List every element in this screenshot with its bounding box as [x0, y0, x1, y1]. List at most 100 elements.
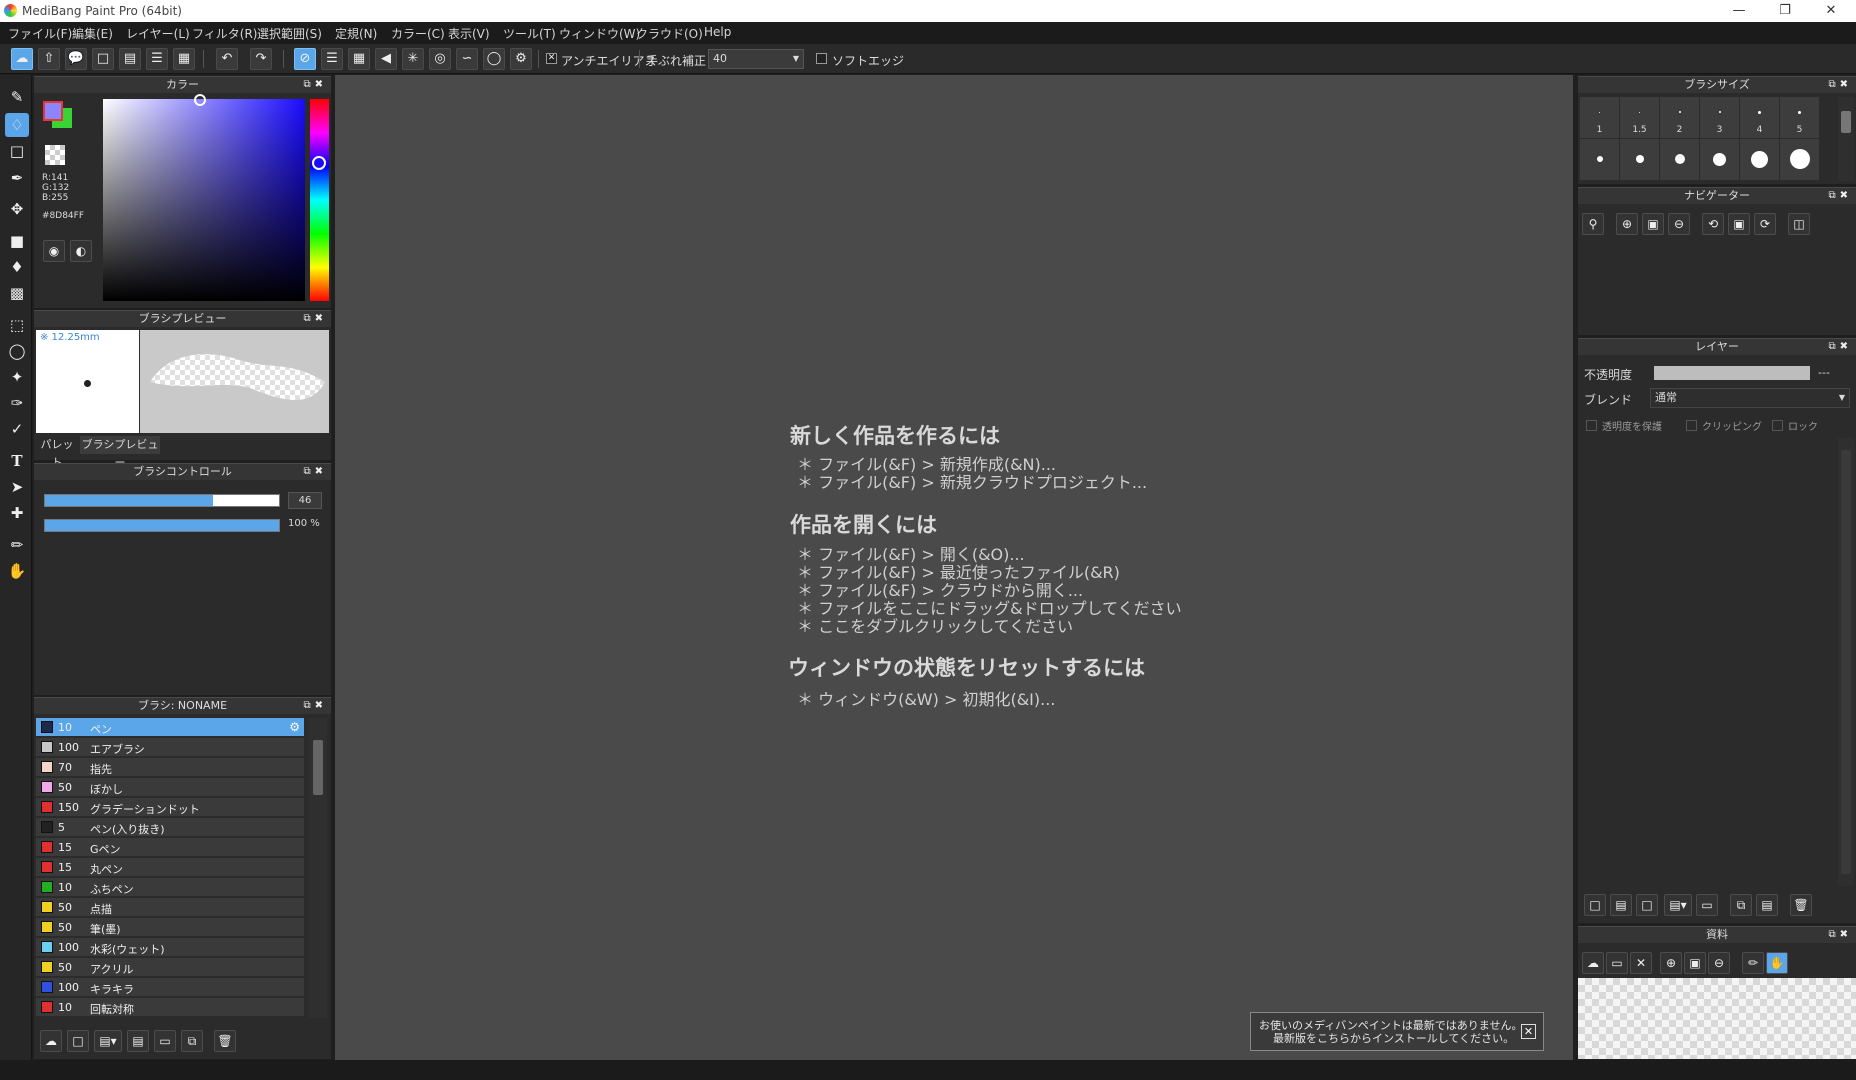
layer-list[interactable]	[1580, 438, 1836, 886]
duplicate-layer-icon[interactable]: ⧉	[1730, 894, 1752, 916]
scroll-thumb[interactable]	[1841, 111, 1851, 133]
shape-tool-icon[interactable]: ■	[5, 229, 29, 253]
restore-button[interactable]: ❐	[1762, 0, 1808, 22]
panels-icon[interactable]: ▦	[173, 48, 195, 70]
brush-size-scrollbar[interactable]	[1838, 97, 1854, 181]
circle-snap-icon[interactable]: ◯	[483, 48, 505, 70]
menu-ruler[interactable]: 定規(N)	[335, 25, 377, 42]
add-brush-dropdown-icon[interactable]: ▤▾	[94, 1030, 122, 1052]
share-icon[interactable]: ⇧	[38, 48, 60, 70]
menu-edit[interactable]: 編集(E)	[72, 25, 113, 42]
brush-size-slider[interactable]	[44, 494, 280, 507]
open-folder-icon[interactable]: ▭	[1606, 952, 1628, 974]
close-icon[interactable]: ✕	[1630, 952, 1652, 974]
close-window-button[interactable]: ✕	[1808, 0, 1854, 22]
new-8bit-layer-icon[interactable]: □	[1636, 894, 1658, 916]
merge-layer-icon[interactable]: ▤	[1756, 894, 1778, 916]
brush-list-item[interactable]: 50 筆(墨)	[36, 918, 304, 937]
menu-filter[interactable]: フィルタ(R)	[192, 25, 257, 42]
new-halftone-layer-icon[interactable]: ▤	[1610, 894, 1632, 916]
hand-tool-icon[interactable]: ✋	[5, 559, 29, 583]
perspective-snap-icon[interactable]: ◀	[375, 48, 397, 70]
reset-rotation-icon[interactable]: ▣	[1728, 213, 1750, 235]
select-pen-tool-icon[interactable]: ✒	[5, 166, 29, 190]
brush-size-cell[interactable]	[1660, 139, 1699, 180]
brush-size-cell[interactable]: 2	[1660, 97, 1699, 138]
cloud-icon[interactable]: ☁	[11, 48, 33, 70]
new-brush-icon[interactable]: □	[67, 1030, 89, 1052]
canvas-area[interactable]: 新しく作品を作るには ＊ ファイル(&F) > 新規作成(&N)... ＊ ファ…	[335, 75, 1573, 1060]
primary-color-swatch[interactable]	[43, 101, 63, 121]
brush-size-cell[interactable]	[1620, 139, 1659, 180]
rect-select-tool-icon[interactable]: ⬚	[5, 313, 29, 337]
brush-list-item[interactable]: 15 Gペン	[36, 838, 304, 857]
panel-controls-icon[interactable]: ⧉✖	[303, 77, 327, 93]
eraser-tool-icon[interactable]: ♢	[5, 113, 29, 137]
menu-view[interactable]: 表示(V)	[448, 25, 490, 42]
color-wheel-icon[interactable]: ◐	[70, 240, 92, 262]
eyedropper-icon[interactable]: ✏	[1742, 952, 1764, 974]
brush-size-cell[interactable]	[1740, 139, 1779, 180]
rotate-right-icon[interactable]: ⟳	[1754, 213, 1776, 235]
brush-list-item[interactable]: 10 ペン ⚙	[36, 718, 304, 737]
magic-wand-tool-icon[interactable]: ✦	[5, 365, 29, 389]
delete-layer-icon[interactable]: 🗑	[1790, 894, 1812, 916]
menu-cloud[interactable]: クラウド(O)	[636, 25, 703, 42]
layer-opacity-slider[interactable]	[1654, 366, 1810, 380]
tab-brush-preview[interactable]: ブラシプレビュー	[80, 436, 160, 469]
duplicate-icon[interactable]: ⧉	[181, 1030, 203, 1052]
update-notice[interactable]: お使いのメディバンペイントは最新ではありません。 最新版をこちらからインストール…	[1250, 1012, 1544, 1051]
brush-size-cell[interactable]: 1	[1580, 97, 1619, 138]
gradient-tool-icon[interactable]: ▩	[5, 281, 29, 305]
brush-tool-icon[interactable]: ✎	[5, 85, 29, 109]
menu-selection[interactable]: 選択範囲(S)	[257, 25, 322, 42]
panel-controls-icon[interactable]: ⧉✖	[1828, 339, 1852, 355]
list-icon[interactable]: ☰	[146, 48, 168, 70]
panel-controls-icon[interactable]: ⧉✖	[303, 311, 327, 327]
brush-size-cell[interactable]: 4	[1740, 97, 1779, 138]
brush-list-item[interactable]: 5 ペン(入り抜き)	[36, 818, 304, 837]
zoom-out-icon[interactable]: ⊖	[1668, 213, 1690, 235]
color-palette-icon[interactable]: ◉	[43, 240, 65, 262]
panel-controls-icon[interactable]: ⧉✖	[1828, 188, 1852, 204]
cloud-brush-icon[interactable]: ☁	[40, 1030, 62, 1052]
undo-icon[interactable]: ↶	[216, 48, 238, 70]
brush-list-scrollbar[interactable]	[309, 718, 327, 1018]
radial-snap-icon[interactable]: ✳	[402, 48, 424, 70]
brush-size-cell[interactable]: 3	[1700, 97, 1739, 138]
zoom-in-icon[interactable]: ⊕	[1660, 952, 1682, 974]
brush-list-item[interactable]: 50 ぼかし	[36, 778, 304, 797]
blend-select[interactable]: 通常 ▼	[1650, 388, 1850, 408]
brush-list-item[interactable]: 10 ふちペン	[36, 878, 304, 897]
curve-snap-icon[interactable]: ∽	[456, 48, 478, 70]
material-preview[interactable]	[1578, 978, 1856, 1059]
minimize-button[interactable]: —	[1716, 0, 1762, 22]
panel-controls-icon[interactable]: ⧉✖	[303, 464, 327, 480]
panel-controls-icon[interactable]: ⧉✖	[303, 698, 327, 714]
menu-window[interactable]: ウィンドウ(W)	[559, 25, 640, 42]
add-layer-dropdown-icon[interactable]: ▤▾	[1664, 894, 1692, 916]
brush-list-item[interactable]: 150 グラデーションドット	[36, 798, 304, 817]
dot-tool-icon[interactable]: □	[5, 139, 29, 163]
close-icon[interactable]: ✕	[1521, 1024, 1536, 1039]
brush-list-item[interactable]: 50 アクリル	[36, 958, 304, 977]
bucket-tool-icon[interactable]: ♦	[5, 255, 29, 279]
parallel-snap-icon[interactable]: ☰	[321, 48, 343, 70]
flip-icon[interactable]: ◫	[1788, 213, 1810, 235]
stabilizer-select[interactable]: 40 ▼	[708, 49, 804, 69]
redo-icon[interactable]: ↷	[250, 48, 272, 70]
brush-size-cell[interactable]	[1780, 139, 1819, 180]
brush-settings-icon[interactable]: ▤	[127, 1030, 149, 1052]
layer-scrollbar[interactable]	[1838, 438, 1854, 886]
snap-off-icon[interactable]: ⊘	[294, 48, 316, 70]
gear-icon[interactable]: ⚙	[289, 720, 300, 734]
menu-tool[interactable]: ツール(T)	[503, 25, 556, 42]
scroll-thumb[interactable]	[1841, 450, 1851, 874]
scroll-thumb[interactable]	[313, 740, 323, 795]
brush-size-cell[interactable]: 1.5	[1620, 97, 1659, 138]
brush-size-cell[interactable]	[1580, 139, 1619, 180]
settings-snap-icon[interactable]: ⚙	[510, 48, 532, 70]
zoom-out-icon[interactable]: ⊖	[1708, 952, 1730, 974]
menu-file[interactable]: ファイル(F)	[8, 25, 72, 42]
select-pen-icon[interactable]: ✑	[5, 391, 29, 415]
